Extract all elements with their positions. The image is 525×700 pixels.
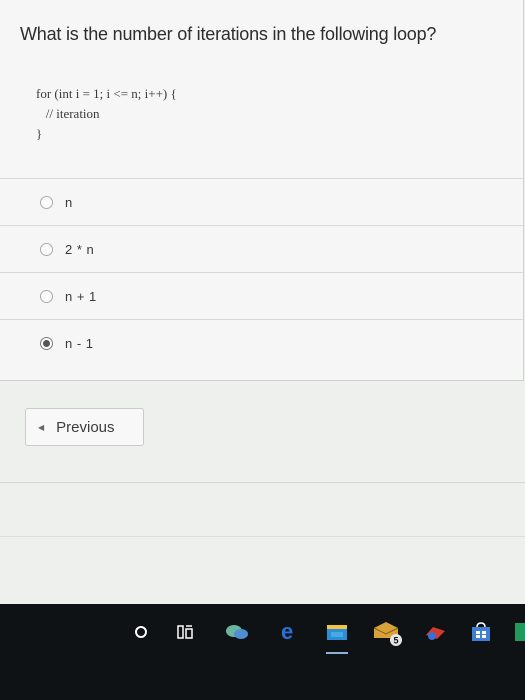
option-label: n [65, 194, 73, 210]
option-2n[interactable]: 2 * n [0, 225, 523, 272]
option-label: n - 1 [65, 335, 94, 351]
radio-button[interactable] [40, 289, 53, 303]
code-line: } [36, 126, 43, 141]
chat-icon[interactable] [222, 614, 252, 650]
store-icon[interactable] [466, 614, 496, 650]
taskbar-icons: e 5 [0, 614, 525, 654]
option-label: n + 1 [65, 288, 97, 304]
cortana-icon[interactable] [126, 614, 156, 650]
taskbar: e 5 [0, 604, 525, 700]
active-indicator [326, 652, 348, 654]
radio-button[interactable] [40, 242, 53, 256]
answer-options: n 2 * n n + 1 n - 1 [0, 178, 523, 366]
divider [0, 482, 525, 483]
code-line: // iteration [36, 106, 100, 121]
radio-button[interactable] [40, 195, 53, 209]
app-icon[interactable] [505, 614, 525, 650]
question-text: What is the number of iterations in the … [20, 24, 437, 44]
mail-badge: 5 [394, 636, 399, 646]
chevron-left-icon: ◀ [38, 422, 45, 432]
divider [0, 536, 525, 537]
svg-text:e: e [281, 621, 293, 643]
steam-icon[interactable] [420, 614, 450, 650]
radio-dot [43, 339, 50, 347]
radio-button-selected[interactable] [40, 336, 53, 350]
previous-button[interactable]: ◀ Previous [25, 408, 144, 446]
option-n-plus-1[interactable]: n + 1 [0, 272, 523, 319]
option-label: 2 * n [65, 241, 95, 257]
code-line: for (int i = 1; i <= n; i++) { [36, 86, 177, 101]
question-card: What is the number of iterations in the … [0, 0, 524, 381]
mail-icon[interactable]: 5 [372, 614, 402, 650]
task-view-icon[interactable] [170, 614, 200, 650]
edge-icon[interactable]: e [274, 614, 304, 650]
option-n[interactable]: n [0, 178, 523, 225]
file-explorer-icon[interactable] [322, 614, 352, 654]
code-snippet: for (int i = 1; i <= n; i++) { // iterat… [36, 84, 177, 144]
option-n-minus-1[interactable]: n - 1 [0, 319, 523, 366]
previous-label: Previous [56, 418, 115, 436]
